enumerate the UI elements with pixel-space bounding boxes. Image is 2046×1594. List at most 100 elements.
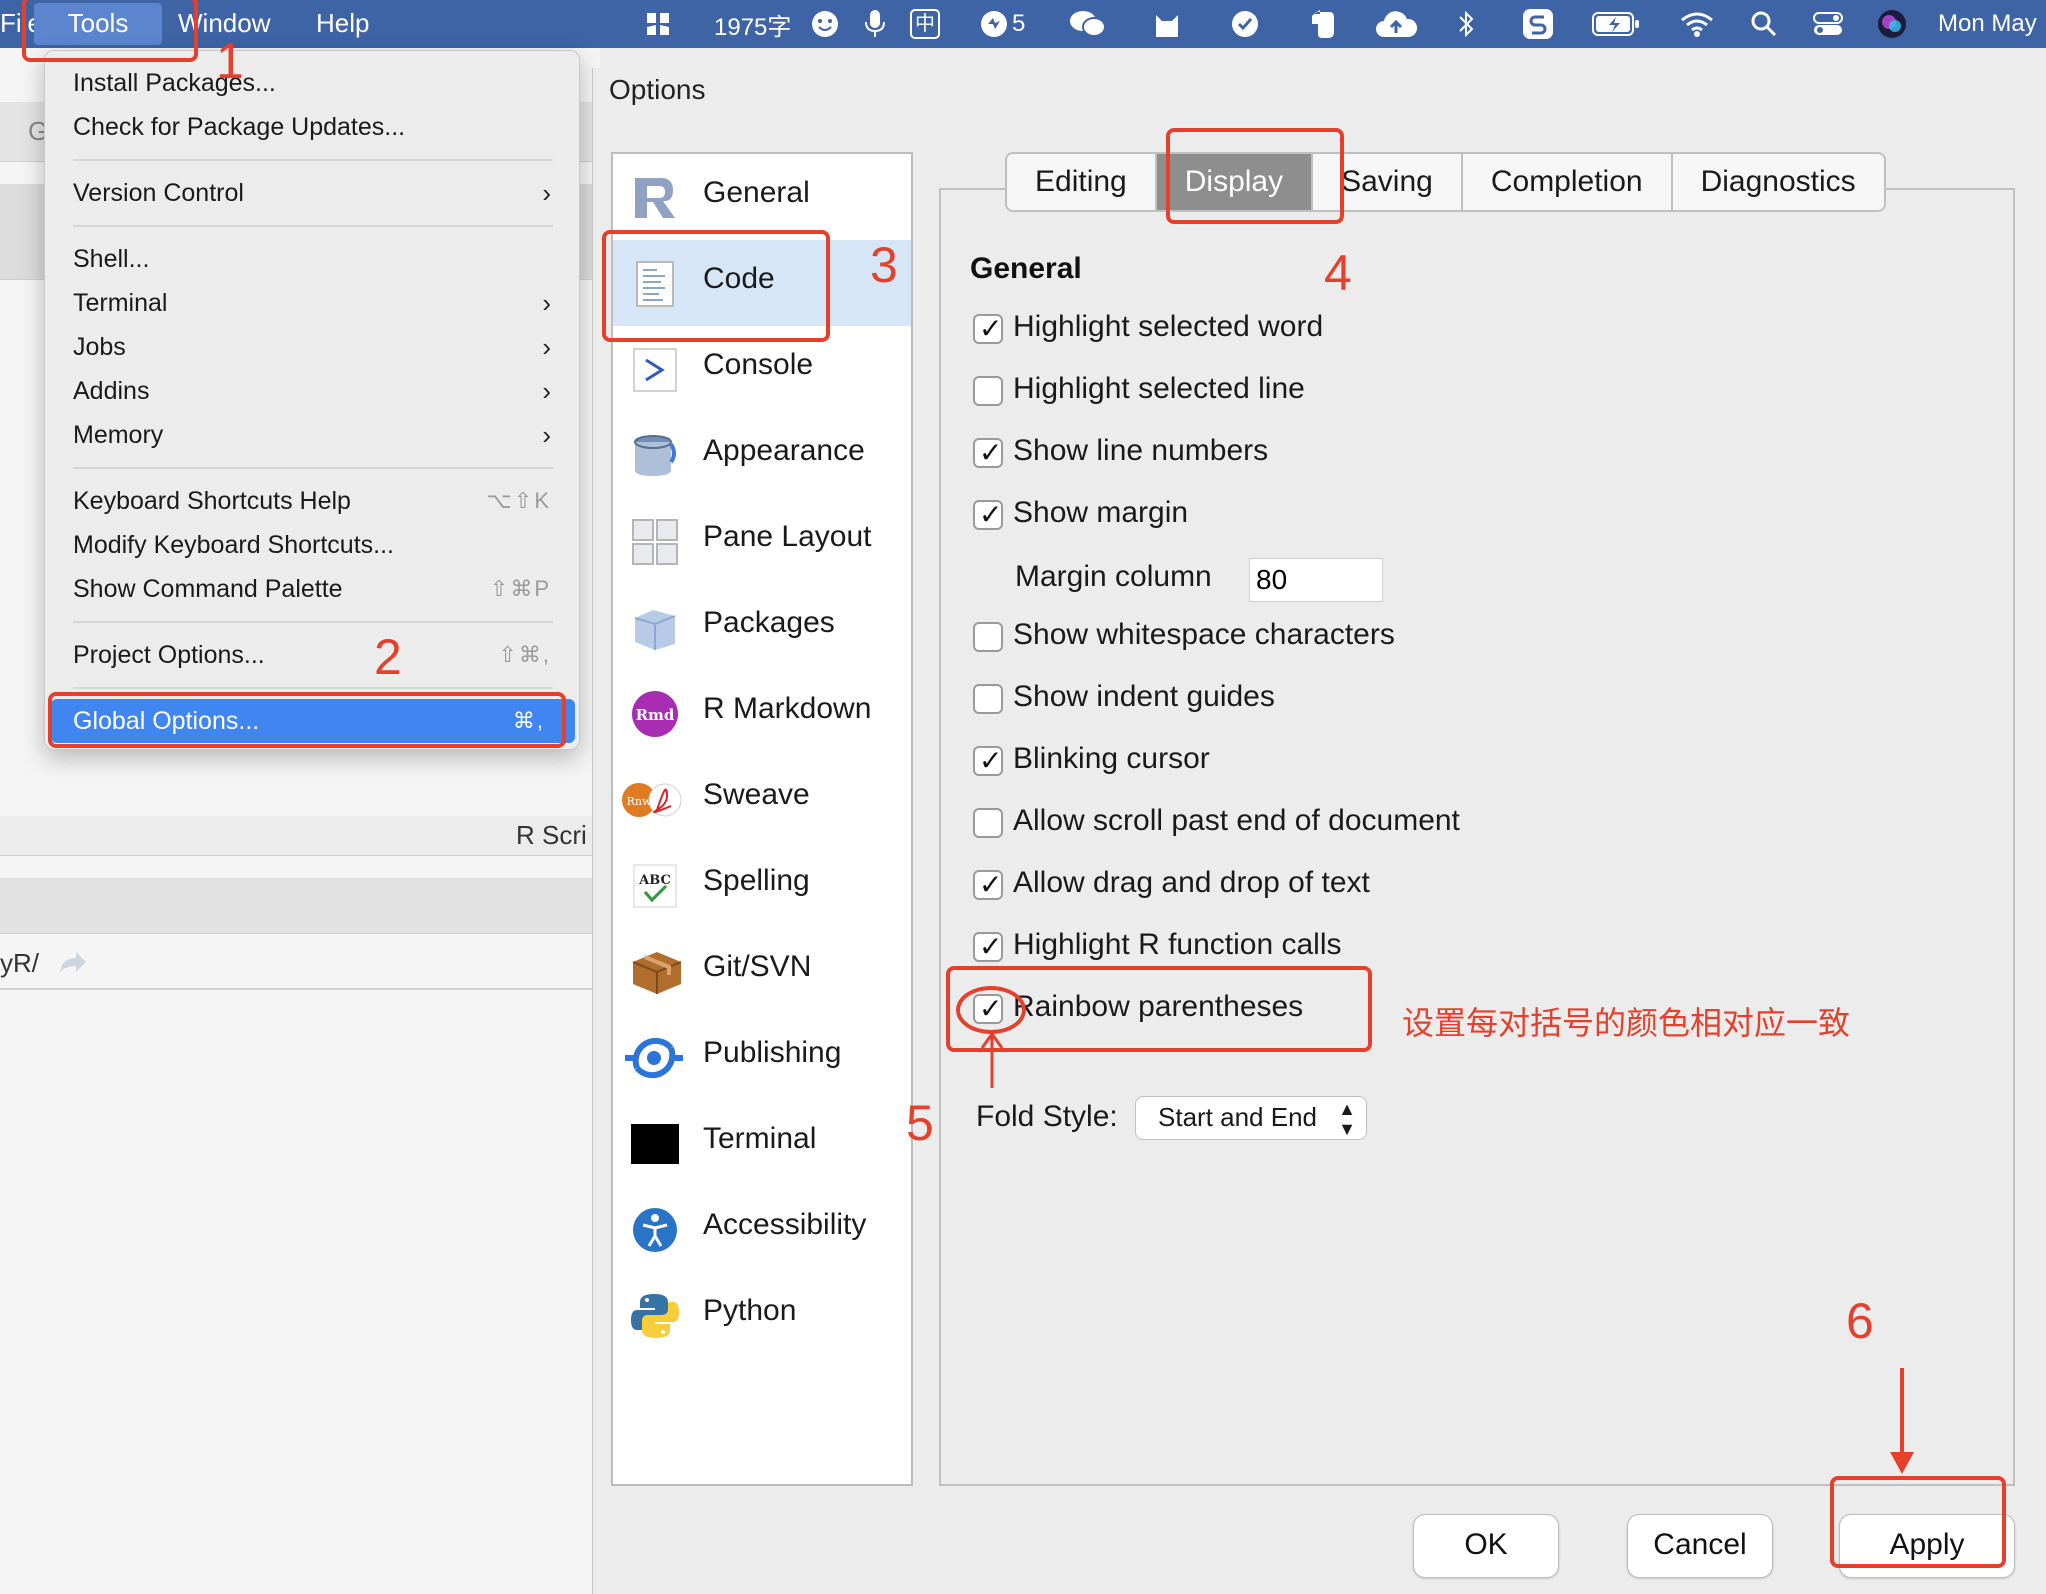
- notification-badge[interactable]: 5: [980, 0, 1025, 48]
- paint-bucket-icon: [631, 432, 679, 480]
- category-packages[interactable]: Packages: [613, 584, 911, 670]
- checkbox[interactable]: ✓: [973, 745, 1003, 776]
- annotation-note: 设置每对括号的颜色相对应一致: [1402, 1004, 1851, 1042]
- tab-editing[interactable]: Editing: [1005, 152, 1155, 212]
- margin-column-input[interactable]: [1249, 558, 1383, 602]
- cancel-button[interactable]: Cancel: [1627, 1514, 1773, 1578]
- bg-tab-r-script[interactable]: R Scri: [516, 820, 587, 851]
- menu-separator: [73, 687, 553, 689]
- checkbox[interactable]: ✓: [973, 931, 1003, 962]
- menu-item-command-palette[interactable]: Show Command Palette ⇧⌘P: [45, 567, 581, 611]
- dialog-title: Options: [609, 74, 706, 105]
- accessibility-icon: [631, 1206, 679, 1254]
- menu-item-project-options[interactable]: Project Options... ⇧⌘,: [45, 633, 581, 677]
- menu-item-jobs[interactable]: Jobs ›: [45, 325, 581, 369]
- category-terminal[interactable]: Terminal: [613, 1100, 911, 1186]
- evernote-icon[interactable]: [1308, 0, 1338, 48]
- annotation-number-4: 4: [1324, 245, 1352, 301]
- svg-text:Rnw: Rnw: [627, 795, 652, 808]
- battery-icon[interactable]: [1592, 0, 1640, 48]
- checkmark-icon: ✓: [979, 745, 1003, 776]
- menu-bar: File Tools Window Help 1975字 中 5 Mon May: [0, 0, 2046, 48]
- word-count[interactable]: 1975字: [714, 0, 791, 48]
- bluetooth-icon[interactable]: [1456, 0, 1476, 48]
- checkbox[interactable]: ✓: [973, 313, 1003, 344]
- category-publishing[interactable]: Publishing: [613, 1014, 911, 1100]
- siri-icon[interactable]: [1876, 0, 1908, 48]
- cat-icon[interactable]: [1152, 0, 1182, 48]
- svg-text:Rmd: Rmd: [636, 706, 675, 724]
- category-appearance[interactable]: Appearance: [613, 412, 911, 498]
- section-title: General: [970, 252, 1082, 285]
- annotation-arrow-down: [1890, 1368, 1914, 1474]
- checkbox[interactable]: ✓: [973, 808, 1003, 838]
- annotation-number-6: 6: [1846, 1293, 1874, 1349]
- checkmark-icon: ✓: [979, 499, 1003, 530]
- annotation-number-3: 3: [870, 237, 898, 293]
- r-logo-icon: [631, 174, 679, 222]
- annotation-box-display: [1166, 128, 1344, 224]
- ticktick-icon[interactable]: [1230, 0, 1260, 48]
- menu-separator: [73, 159, 553, 161]
- checkbox[interactable]: ✓: [973, 869, 1003, 900]
- wechat-icon[interactable]: [1068, 0, 1108, 48]
- sogou-icon[interactable]: [1522, 0, 1554, 48]
- microphone-icon[interactable]: [864, 0, 886, 48]
- checkmark-icon: ✓: [979, 869, 1003, 900]
- help-menu[interactable]: Help: [316, 0, 369, 48]
- dock-grid-icon[interactable]: [644, 0, 672, 48]
- menu-item-version-control[interactable]: Version Control ›: [45, 171, 581, 215]
- spelling-abc-icon: ABC: [631, 862, 679, 910]
- category-r-markdown[interactable]: Rmd R Markdown: [613, 670, 911, 756]
- chevron-right-icon: ›: [542, 288, 551, 318]
- category-pane-layout[interactable]: Pane Layout: [613, 498, 911, 584]
- annotation-circle-checkbox: [956, 986, 1026, 1034]
- ok-button[interactable]: OK: [1413, 1514, 1559, 1578]
- menu-item-check-updates[interactable]: Check for Package Updates...: [45, 105, 581, 149]
- datetime[interactable]: Mon May: [1938, 0, 2037, 48]
- category-accessibility[interactable]: Accessibility: [613, 1186, 911, 1272]
- sweave-icon: Rnw: [621, 776, 683, 824]
- checkbox[interactable]: ✓: [973, 622, 1003, 652]
- category-general[interactable]: General: [613, 154, 911, 240]
- checkbox[interactable]: ✓: [973, 499, 1003, 530]
- menu-item-modify-keyboard-shortcuts[interactable]: Modify Keyboard Shortcuts...: [45, 523, 581, 567]
- input-method-icon[interactable]: 中: [910, 0, 940, 48]
- checkbox[interactable]: ✓: [973, 376, 1003, 406]
- annotation-box-apply: [1830, 1476, 2006, 1568]
- bg-path[interactable]: yR/: [0, 948, 39, 979]
- git-box-icon: [631, 948, 682, 996]
- tab-completion[interactable]: Completion: [1460, 152, 1671, 212]
- menu-separator: [73, 467, 553, 469]
- category-python[interactable]: Python: [613, 1272, 911, 1358]
- menu-item-memory[interactable]: Memory ›: [45, 413, 581, 457]
- control-center-icon[interactable]: [1812, 0, 1844, 48]
- checkmark-icon: ✓: [979, 313, 1003, 344]
- search-icon[interactable]: [1750, 0, 1778, 48]
- fold-style-label: Fold Style:: [976, 1100, 1118, 1133]
- menu-item-shell[interactable]: Shell...: [45, 237, 581, 281]
- share-arrow-icon[interactable]: [56, 946, 88, 981]
- tab-diagnostics[interactable]: Diagnostics: [1670, 152, 1886, 212]
- wifi-icon[interactable]: [1680, 0, 1714, 48]
- category-spelling[interactable]: ABC Spelling: [613, 842, 911, 928]
- svg-text:ABC: ABC: [638, 873, 671, 888]
- console-prompt-icon: [631, 346, 679, 394]
- terminal-icon: [631, 1120, 679, 1168]
- checkbox[interactable]: ✓: [973, 437, 1003, 468]
- checkbox[interactable]: ✓: [973, 684, 1003, 714]
- annotation-arrow-up: [980, 1031, 1004, 1088]
- package-box-icon: [631, 604, 679, 652]
- smiley-icon[interactable]: [810, 0, 840, 48]
- menu-item-addins[interactable]: Addins ›: [45, 369, 581, 413]
- menu-item-install-packages[interactable]: Install Packages...: [45, 61, 581, 105]
- menu-item-terminal[interactable]: Terminal ›: [45, 281, 581, 325]
- fold-style-select[interactable]: Start and End ▲ ▼: [1135, 1096, 1367, 1140]
- chevron-right-icon: ›: [542, 420, 551, 450]
- category-sweave[interactable]: Rnw Sweave: [613, 756, 911, 842]
- pane-grid-icon: [631, 518, 679, 566]
- menu-item-keyboard-shortcuts-help[interactable]: Keyboard Shortcuts Help ⌥⇧K: [45, 479, 581, 523]
- cloud-upload-icon[interactable]: [1374, 0, 1418, 48]
- code-tabs: Editing Display Saving Completion Diagno…: [1005, 152, 1886, 212]
- category-git-svn[interactable]: Git/SVN: [613, 928, 911, 1014]
